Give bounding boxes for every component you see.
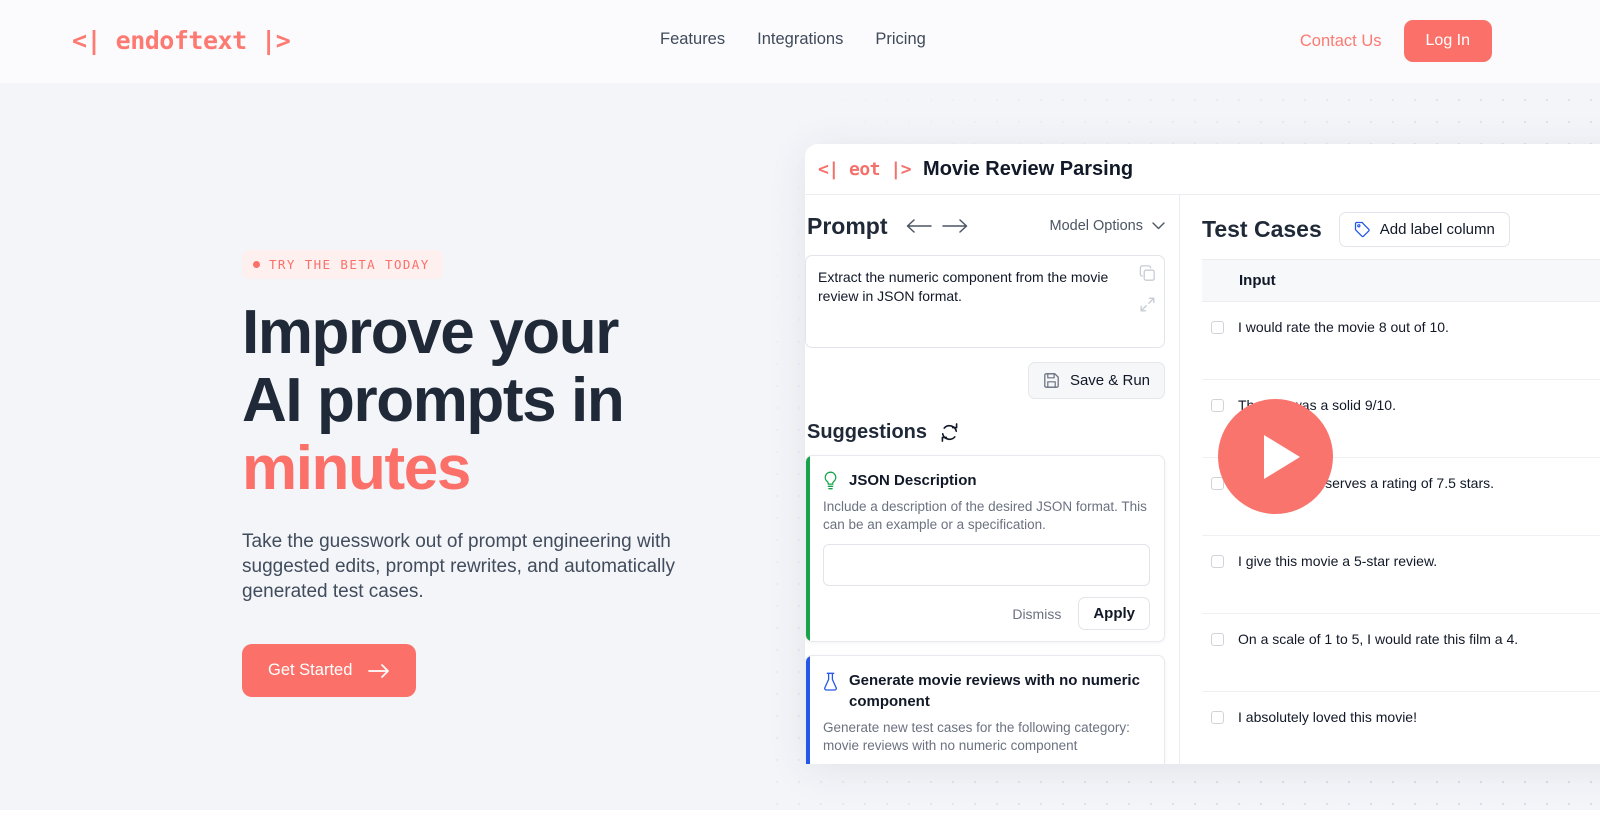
app-body: Prompt Model Options Extract the numeric… [805,195,1600,764]
row-checkbox[interactable] [1211,633,1224,646]
suggestion-accent-bar [806,656,810,764]
test-cases-header: Test Cases Add label column [1202,211,1600,247]
save-and-run-label: Save & Run [1069,372,1150,389]
refresh-icon[interactable] [940,423,959,442]
row-checkbox[interactable] [1211,555,1224,568]
beta-badge-label: TRY THE BETA TODAY [269,257,430,272]
test-cases-title: Test Cases [1202,215,1322,242]
headline-accent-word: minutes [242,434,471,503]
contact-us-link[interactable]: Contact Us [1300,32,1394,51]
table-column-header: Input [1202,260,1600,302]
nav-item-pricing[interactable]: Pricing [875,30,925,49]
app-project-title: Movie Review Parsing [923,157,1134,180]
suggestions-title: Suggestions [807,421,928,443]
suggestions-header: Suggestions [805,421,1165,444]
prompt-panel-header: Prompt Model Options [805,211,1165,241]
model-options-dropdown[interactable]: Model Options [1050,218,1166,234]
column-header-input: Input [1239,272,1276,289]
hero-subtext: Take the guesswork out of prompt enginee… [242,531,675,602]
undo-arrow-icon[interactable] [906,219,932,233]
prompt-text-value: Extract the numeric component from the m… [818,269,1109,304]
dot-icon [253,261,260,268]
prompt-panel: Prompt Model Options Extract the numeric… [805,195,1180,764]
suggestion-card-header: Generate movie reviews with no numeric c… [823,669,1150,712]
row-checkbox[interactable] [1211,399,1224,412]
redo-arrow-icon[interactable] [941,219,968,233]
headline-line-2: AI prompts in [242,366,625,435]
headline-line-1: Improve your [242,298,619,367]
table-row[interactable]: I give this movie a 5-star review. [1202,536,1600,614]
row-input-text: I would rate the movie 8 out of 10. [1238,319,1449,335]
prompt-textarea[interactable]: Extract the numeric component from the m… [805,255,1165,348]
get-started-label: Get Started [268,661,353,679]
chevron-down-icon [1152,222,1165,230]
table-row[interactable]: I absolutely loved this movie! [1202,692,1600,764]
play-video-button[interactable] [1218,399,1333,514]
copy-icon[interactable] [1139,265,1156,282]
row-input-text: On a scale of 1 to 5, I would rate this … [1238,631,1519,647]
suggestion-card-description: Generate new test cases for the followin… [823,720,1130,753]
prompt-panel-title: Prompt [807,212,888,239]
nav-item-features[interactable]: Features [660,30,725,49]
save-and-run-button[interactable]: Save & Run [1027,362,1165,399]
suggestion-card-description: Include a description of the desired JSO… [823,499,1147,532]
app-mockup-window: <| eot |> Movie Review Parsing Prompt Mo… [805,144,1600,764]
tag-icon [1354,221,1370,237]
apply-button[interactable]: Apply [1078,597,1150,630]
nav-right-actions: Contact Us Log In [1300,20,1492,62]
suggestion-card-title: Generate movie reviews with no numeric c… [849,672,1140,710]
expand-icon[interactable] [1139,296,1156,313]
suggestion-card-actions: Dismiss Apply [823,597,1150,630]
beta-badge: TRY THE BETA TODAY [242,250,443,279]
nav-links: Features Integrations Pricing [660,30,926,49]
add-label-column-label: Add label column [1379,220,1495,238]
app-header: <| eot |> Movie Review Parsing [805,144,1600,195]
row-checkbox[interactable] [1211,321,1224,334]
add-label-column-button[interactable]: Add label column [1338,211,1510,247]
brand-logo[interactable]: <| endoftext |> [72,26,291,55]
save-run-row: Save & Run [805,362,1165,399]
suggestion-card: Generate movie reviews with no numeric c… [805,655,1165,764]
top-navbar: <| endoftext |> Features Integrations Pr… [0,0,1600,83]
suggestion-card: JSON Description Include a description o… [805,455,1165,642]
app-logo[interactable]: <| eot |> [818,159,912,180]
page-root: <| endoftext |> Features Integrations Pr… [0,0,1600,834]
lightbulb-icon [824,471,837,490]
table-row[interactable]: On a scale of 1 to 5, I would rate this … [1202,614,1600,692]
page-title: Improve your AI prompts in minutes [242,299,802,503]
bottom-strip [0,810,1600,834]
suggestion-card-header: JSON Description [823,469,1150,491]
table-row[interactable]: I would rate the movie 8 out of 10. [1202,302,1600,380]
play-icon [1263,434,1300,479]
suggestion-accent-bar [806,456,810,641]
get-started-button[interactable]: Get Started [242,644,417,697]
row-input-text: I give this movie a 5-star review. [1238,553,1438,569]
dismiss-button[interactable]: Dismiss [1001,599,1072,629]
suggestion-card-title: JSON Description [849,472,977,489]
flask-icon [824,672,837,691]
nav-item-integrations[interactable]: Integrations [757,30,843,49]
save-icon [1044,373,1059,388]
login-button[interactable]: Log In [1403,20,1492,62]
suggestion-input-field[interactable] [823,544,1150,586]
hero-content: TRY THE BETA TODAY Improve your AI promp… [242,250,802,697]
row-checkbox[interactable] [1211,711,1224,724]
model-options-label: Model Options [1049,218,1144,234]
row-input-text: I absolutely loved this movie! [1238,709,1417,725]
arrow-right-icon [368,663,390,678]
